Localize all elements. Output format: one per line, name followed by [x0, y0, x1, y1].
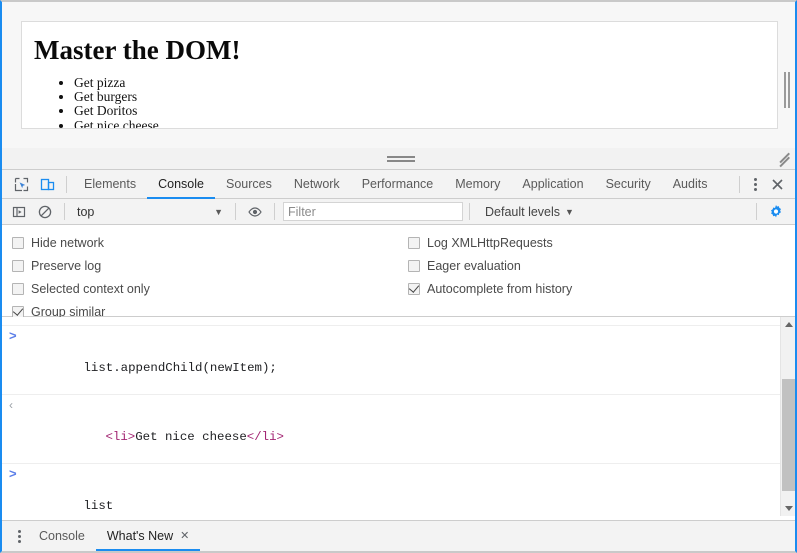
- drawer-tab-whats-new[interactable]: What's New ✕: [95, 521, 201, 551]
- setting-label: Hide network: [31, 235, 104, 250]
- setting-hide-network[interactable]: Hide network: [12, 231, 398, 254]
- setting-autocomplete-from-history[interactable]: Autocomplete from history: [408, 277, 794, 300]
- checkbox[interactable]: [408, 259, 420, 272]
- close-icon[interactable]: ✕: [180, 530, 189, 542]
- page-title: Master the DOM!: [34, 35, 241, 65]
- filter-input[interactable]: [283, 202, 463, 221]
- settings-right-column: Log XMLHttpRequests Eager evaluation Aut…: [398, 231, 794, 316]
- device-toolbar-icon[interactable]: [34, 171, 60, 197]
- console-toolbar: top ▼ Default levels ▼: [2, 199, 795, 225]
- list-item: Get Doritos: [74, 104, 777, 118]
- node-text: Get nice cheese: [135, 430, 247, 444]
- input-expression: list: [83, 499, 114, 513]
- clear-console-icon[interactable]: [32, 199, 58, 225]
- execution-context-select[interactable]: top ▼: [71, 202, 229, 222]
- setting-label: Autocomplete from history: [427, 281, 573, 296]
- tab-application[interactable]: Application: [511, 170, 594, 198]
- list-item: Get burgers: [74, 90, 777, 104]
- console-message-input: > list: [2, 464, 795, 516]
- devtools-drawer-tabbar: Console What's New ✕: [2, 520, 795, 551]
- setting-log-xhr[interactable]: Log XMLHttpRequests: [408, 231, 794, 254]
- drawer-tab-console[interactable]: Console: [28, 521, 96, 551]
- tab-performance[interactable]: Performance: [351, 170, 445, 198]
- page-scrollbar-thumb[interactable]: [784, 72, 791, 108]
- more-options-icon[interactable]: [746, 175, 764, 193]
- devtools-resizer[interactable]: [2, 148, 795, 170]
- tab-console[interactable]: Console: [147, 170, 215, 199]
- tab-network[interactable]: Network: [283, 170, 351, 198]
- tab-security[interactable]: Security: [595, 170, 662, 198]
- tab-audits[interactable]: Audits: [662, 170, 719, 198]
- chevron-down-icon: ▼: [565, 206, 574, 217]
- checkbox[interactable]: [12, 259, 24, 272]
- console-output-area[interactable]: ‹ "Get nice cheese" > list.appendChild(n…: [2, 317, 795, 516]
- console-message-result: ‹ "Get nice cheese": [2, 317, 795, 326]
- checkbox[interactable]: [12, 236, 24, 249]
- input-gutter-icon: >: [9, 328, 17, 343]
- inspect-element-icon[interactable]: [8, 171, 34, 197]
- checkbox[interactable]: [408, 236, 420, 249]
- checkbox[interactable]: [12, 282, 24, 295]
- setting-eager-evaluation[interactable]: Eager evaluation: [408, 254, 794, 277]
- input-expression: list.appendChild(newItem);: [83, 361, 277, 375]
- toolbar-divider: [235, 203, 236, 220]
- tab-memory[interactable]: Memory: [444, 170, 511, 198]
- console-scrollbar-thumb[interactable]: [782, 379, 795, 491]
- toolbar-divider: [66, 175, 67, 193]
- setting-label: Selected context only: [31, 281, 150, 296]
- setting-preserve-log[interactable]: Preserve log: [12, 254, 398, 277]
- page-vertical-scrollbar[interactable]: [780, 2, 795, 148]
- drawer-tab-label: What's New: [106, 529, 174, 543]
- tab-elements[interactable]: Elements: [73, 170, 147, 198]
- shopping-list: Get pizza Get burgers Get Doritos Get ni…: [22, 75, 777, 128]
- live-expression-icon[interactable]: [242, 199, 268, 225]
- setting-label: Log XMLHttpRequests: [427, 235, 553, 250]
- node-tag-open: <li>: [105, 430, 136, 444]
- chevron-down-icon: ▼: [214, 206, 223, 217]
- checkbox[interactable]: [408, 282, 420, 295]
- toolbar-divider: [756, 203, 757, 220]
- tab-sources[interactable]: Sources: [215, 170, 283, 198]
- settings-gear-icon[interactable]: [763, 199, 789, 225]
- scroll-up-arrow-icon[interactable]: [781, 317, 795, 332]
- devtools-tabstrip: Elements Console Sources Network Perform…: [2, 170, 795, 199]
- console-vertical-scrollbar[interactable]: [780, 317, 795, 516]
- close-icon[interactable]: [764, 171, 790, 197]
- output-gutter-icon: ‹: [9, 398, 13, 412]
- console-settings-pane: Hide network Preserve log Selected conte…: [2, 225, 795, 319]
- output-gutter-icon: ‹: [9, 317, 13, 319]
- list-item: Get pizza: [74, 75, 777, 90]
- toolbar-divider: [469, 203, 470, 220]
- console-message-result: ‹ <li>Get nice cheese</li>: [2, 395, 795, 464]
- context-value: top: [77, 204, 95, 219]
- drawer-more-options-icon[interactable]: [10, 527, 28, 545]
- log-levels-select[interactable]: Default levels ▼: [485, 202, 574, 222]
- page-content-card: Master the DOM! Get pizza Get burgers Ge…: [21, 21, 778, 129]
- checkbox[interactable]: [12, 305, 24, 318]
- devtools-panel: Elements Console Sources Network Perform…: [2, 170, 795, 551]
- toolbar-divider: [739, 175, 740, 193]
- resizer-grip-icon[interactable]: [387, 156, 415, 162]
- page-viewport: Master the DOM! Get pizza Get burgers Ge…: [2, 2, 795, 148]
- setting-label: Preserve log: [31, 258, 102, 273]
- input-gutter-icon: >: [9, 466, 17, 481]
- setting-selected-context-only[interactable]: Selected context only: [12, 277, 398, 300]
- node-tag-close: </li>: [246, 430, 284, 444]
- console-message-input: > list.appendChild(newItem);: [2, 326, 795, 395]
- browser-window: Master the DOM! Get pizza Get burgers Ge…: [0, 0, 797, 553]
- console-sidebar-icon[interactable]: [6, 199, 32, 225]
- drawer-tab-label: Console: [39, 529, 85, 543]
- toolbar-divider: [64, 203, 65, 220]
- window-resize-corner-icon[interactable]: [779, 152, 791, 167]
- settings-left-column: Hide network Preserve log Selected conte…: [2, 231, 398, 319]
- setting-label: Eager evaluation: [427, 258, 521, 273]
- toolbar-divider: [274, 203, 275, 220]
- scroll-down-arrow-icon[interactable]: [781, 501, 795, 516]
- levels-value: Default levels: [485, 204, 561, 219]
- list-item: Get nice cheese: [74, 118, 777, 128]
